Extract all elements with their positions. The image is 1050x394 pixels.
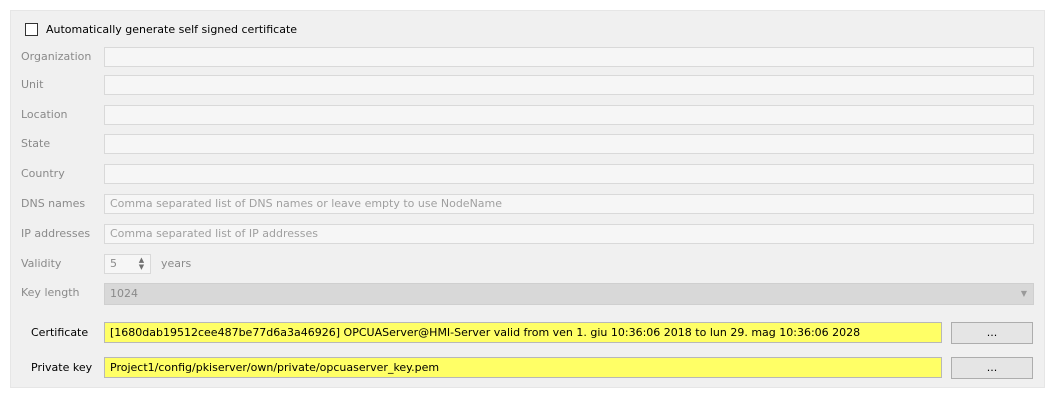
chevron-down-icon: ▼ — [1020, 289, 1027, 298]
key-length-row: Key length 1024 ▼ — [11, 282, 1044, 305]
validity-spinbox: 5 ▲ ▼ — [104, 254, 151, 274]
certificate-row: Certificate [1680dab19512cee487be77d6a3a… — [11, 322, 1044, 344]
organization-field — [104, 47, 1034, 67]
auto-generate-label[interactable]: Automatically generate self signed certi… — [46, 22, 297, 38]
validity-value: 5 — [110, 257, 117, 270]
private-key-label: Private key — [31, 361, 93, 374]
private-key-row: Private key Project1/config/pkiserver/ow… — [11, 357, 1044, 379]
organization-row: Organization — [11, 46, 1044, 68]
dns-names-label: DNS names — [21, 197, 86, 210]
certificate-label: Certificate — [31, 326, 89, 339]
ip-addresses-row: IP addresses Comma separated list of IP … — [11, 223, 1044, 245]
state-label: State — [21, 137, 51, 150]
country-row: Country — [11, 163, 1044, 185]
certificate-field[interactable]: [1680dab19512cee487be77d6a3a46926] OPCUA… — [104, 322, 942, 343]
spin-arrows-icon: ▲ ▼ — [138, 256, 145, 271]
unit-label: Unit — [21, 78, 44, 91]
location-label: Location — [21, 108, 68, 121]
location-field — [104, 105, 1034, 125]
validity-label: Validity — [21, 257, 62, 270]
state-field — [104, 134, 1034, 154]
private-key-field[interactable]: Project1/config/pkiserver/own/private/op… — [104, 357, 942, 378]
key-length-label: Key length — [21, 286, 80, 299]
key-length-select: 1024 ▼ — [104, 283, 1034, 305]
state-row: State — [11, 133, 1044, 155]
ip-addresses-label: IP addresses — [21, 227, 91, 240]
certificate-settings-panel: Automatically generate self signed certi… — [10, 10, 1045, 388]
auto-generate-checkbox[interactable] — [25, 23, 38, 36]
country-field — [104, 164, 1034, 184]
certificate-browse-button[interactable]: ... — [951, 322, 1033, 344]
unit-field — [104, 75, 1034, 95]
country-label: Country — [21, 167, 65, 180]
unit-row: Unit — [11, 74, 1044, 96]
dns-names-row: DNS names Comma separated list of DNS na… — [11, 193, 1044, 215]
validity-row: Validity 5 ▲ ▼ years — [11, 253, 1044, 275]
location-row: Location — [11, 104, 1044, 126]
key-length-value: 1024 — [110, 287, 138, 300]
dns-names-field: Comma separated list of DNS names or lea… — [104, 194, 1034, 214]
ip-addresses-field: Comma separated list of IP addresses — [104, 224, 1034, 244]
organization-label: Organization — [21, 50, 92, 63]
validity-unit: years — [161, 257, 192, 270]
private-key-browse-button[interactable]: ... — [951, 357, 1033, 379]
